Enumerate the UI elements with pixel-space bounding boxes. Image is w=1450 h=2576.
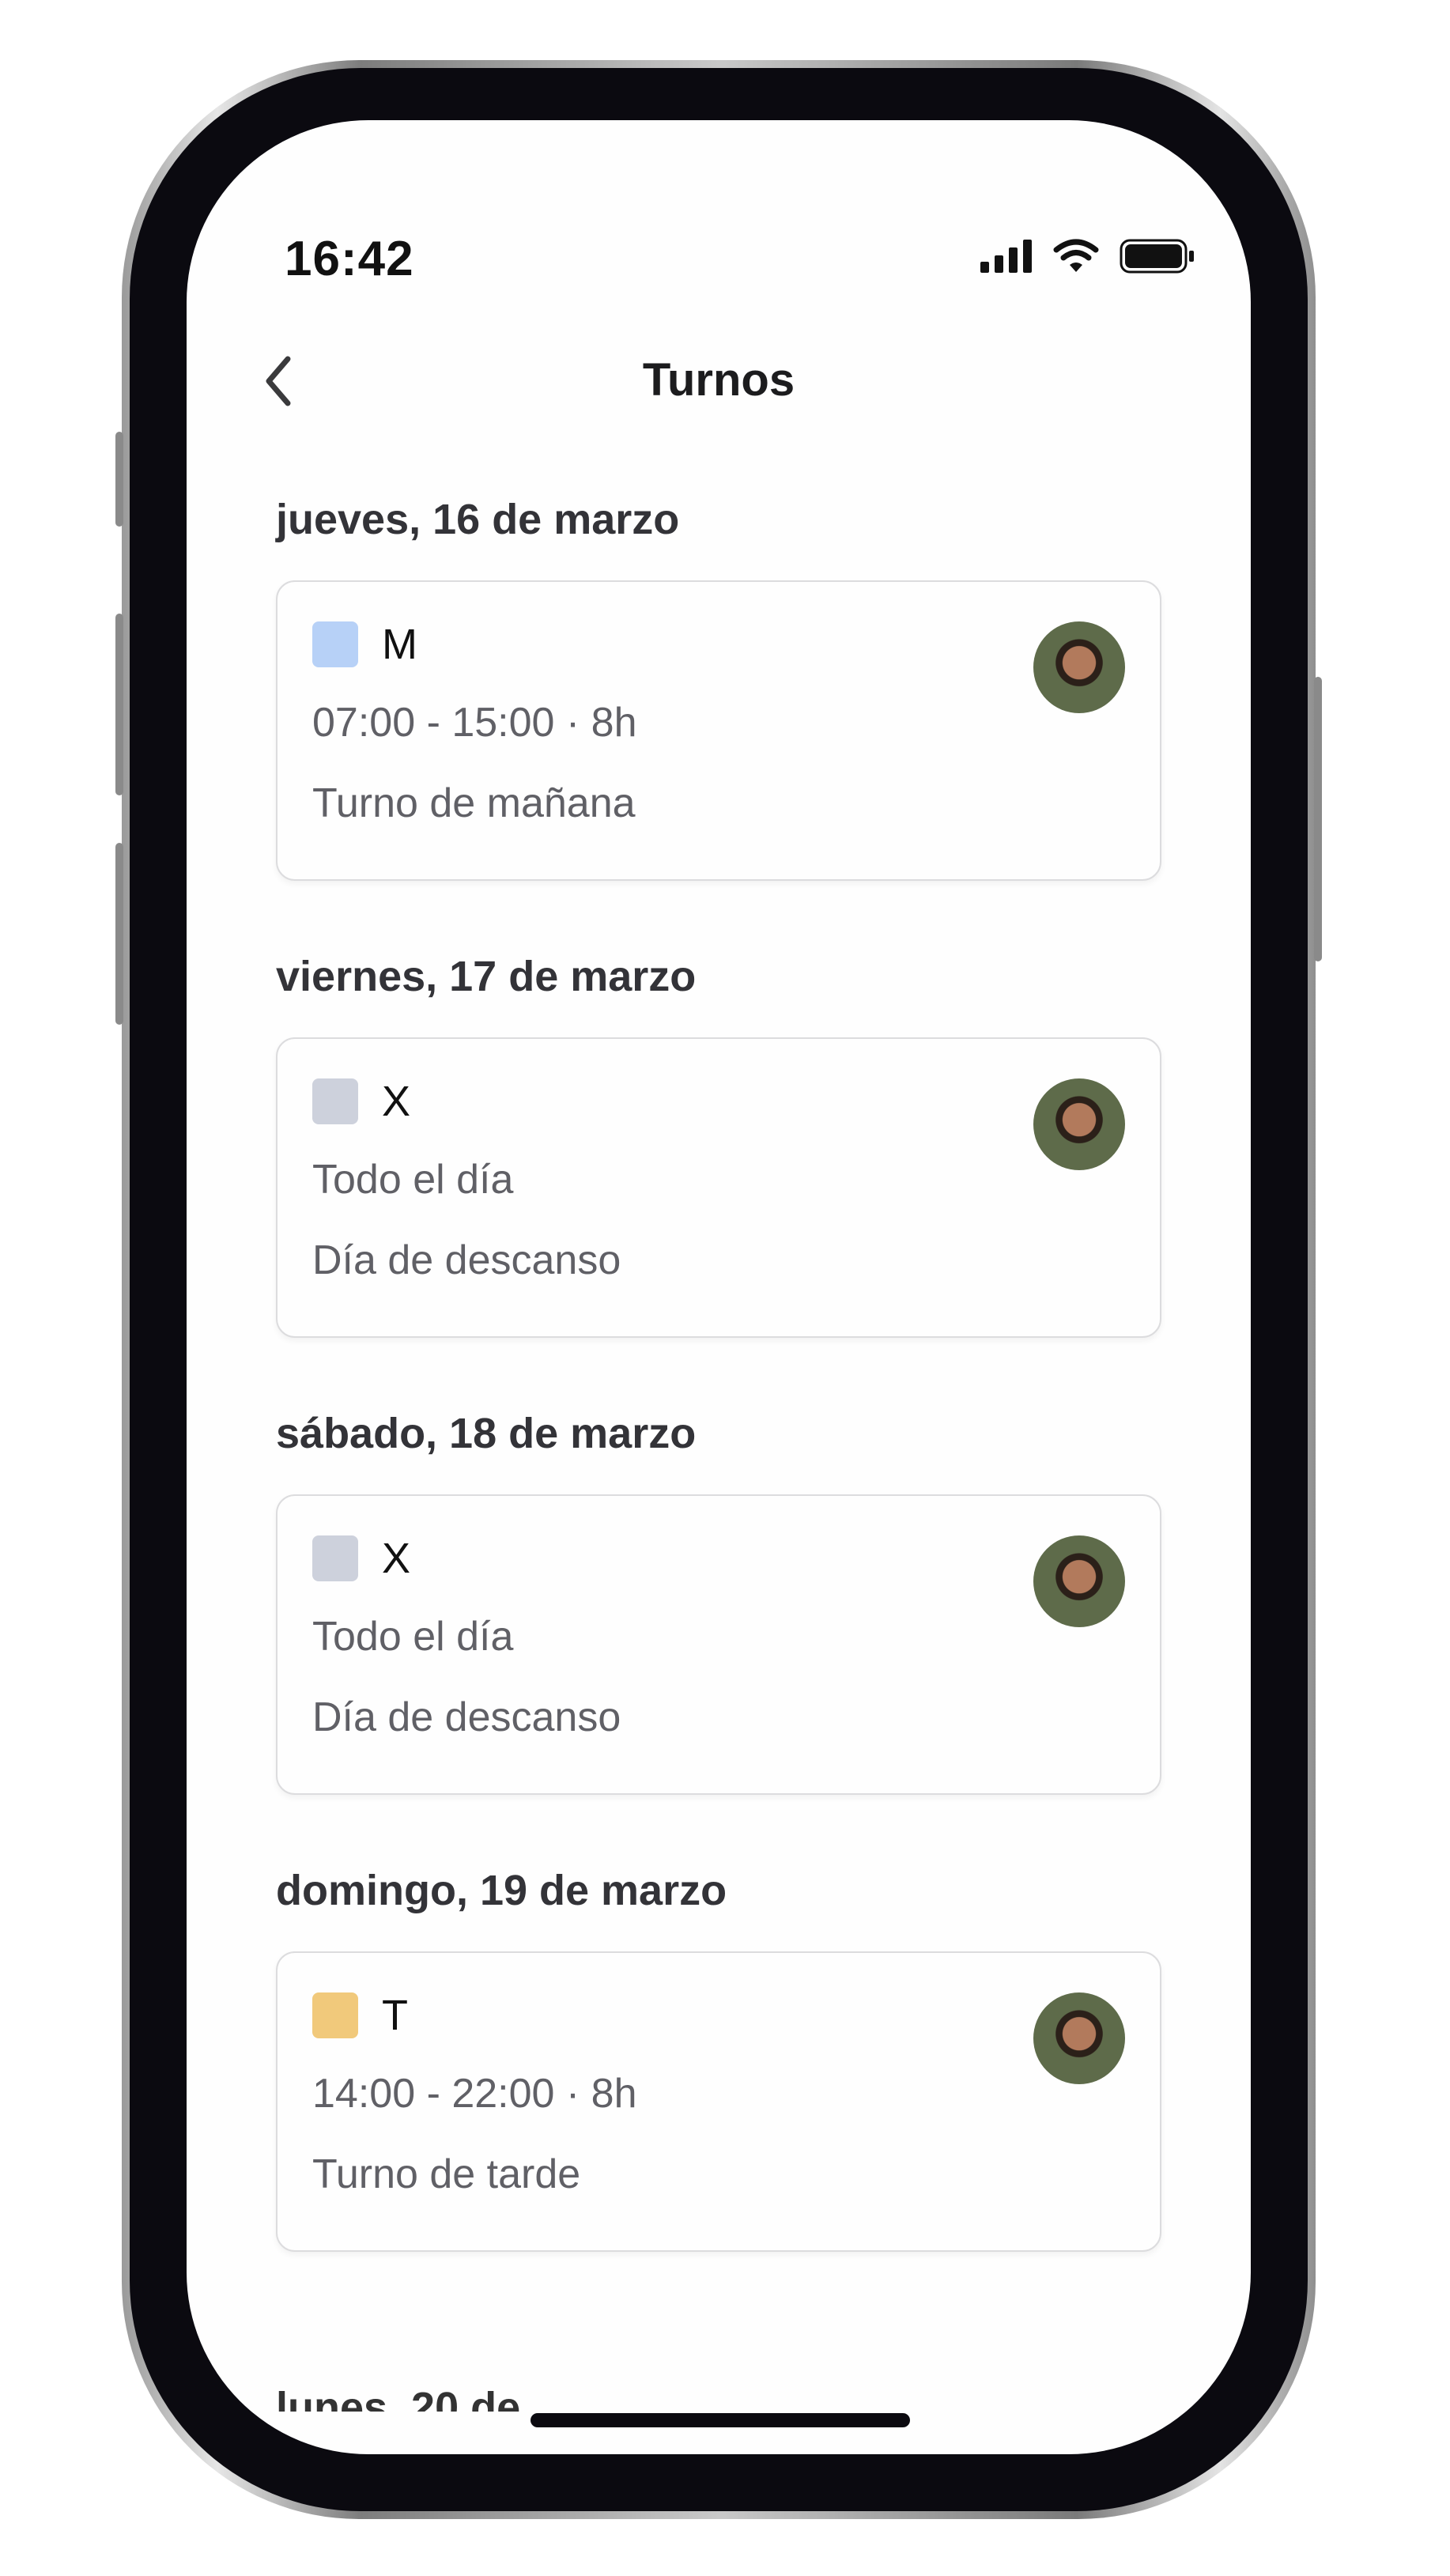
home-indicator[interactable] — [531, 2413, 910, 2427]
avatar — [1033, 1078, 1125, 1170]
day-heading: viernes, 17 de marzo — [276, 953, 697, 1000]
avatar — [1033, 621, 1125, 713]
phone-frame: 16:42 Turnos jueves, 16 de marzo M 07:00… — [115, 60, 1322, 2519]
volume-up-button — [115, 614, 123, 795]
day-section: jueves, 16 de marzo M 07:00 - 15:00 · 8h… — [276, 492, 1161, 881]
avatar — [1033, 1992, 1125, 2084]
shift-code: T — [382, 1992, 408, 2039]
cellular-signal-icon — [980, 240, 1032, 273]
shift-time: Todo el día — [312, 1614, 514, 1660]
shift-code-row: X — [312, 1077, 1125, 1126]
shift-list[interactable]: jueves, 16 de marzo M 07:00 - 15:00 · 8h… — [276, 492, 1161, 2320]
phone-bezel: 16:42 Turnos jueves, 16 de marzo M 07:00… — [130, 68, 1308, 2511]
day-heading-partial: lunes, 20 de marzo — [276, 2384, 521, 2412]
shift-time: 14:00 - 22:00 · 8h — [312, 2071, 637, 2117]
mute-switch — [115, 432, 123, 527]
shift-code-row: X — [312, 1534, 1125, 1583]
shift-description: Día de descanso — [312, 1694, 621, 1740]
status-icons — [980, 239, 1195, 274]
power-button — [1314, 677, 1322, 961]
shift-code: X — [382, 1535, 411, 1582]
shift-card[interactable]: T 14:00 - 22:00 · 8h Turno de tarde — [276, 1951, 1161, 2252]
status-time: 16:42 — [285, 232, 414, 286]
shift-code: M — [382, 621, 417, 668]
shift-code: X — [382, 1078, 411, 1125]
shift-time: Todo el día — [312, 1157, 514, 1203]
avatar — [1033, 1535, 1125, 1627]
shift-description: Turno de tarde — [312, 2151, 581, 2197]
day-section: sábado, 18 de marzo X Todo el día Día de… — [276, 1406, 1161, 1795]
screen: 16:42 Turnos jueves, 16 de marzo M 07:00… — [187, 120, 1251, 2454]
shift-code-row: T — [312, 1991, 1125, 2040]
shift-card[interactable]: X Todo el día Día de descanso — [276, 1494, 1161, 1795]
shift-color-swatch — [312, 1535, 358, 1581]
page-title: Turnos — [642, 354, 795, 406]
shift-description: Día de descanso — [312, 1237, 621, 1283]
volume-down-button — [115, 843, 123, 1025]
shift-code-row: M — [312, 620, 1125, 669]
shift-color-swatch — [312, 1078, 358, 1124]
battery-icon — [1120, 239, 1194, 274]
day-heading: sábado, 18 de marzo — [276, 1410, 697, 1457]
day-heading: jueves, 16 de marzo — [276, 496, 680, 543]
shift-card[interactable]: X Todo el día Día de descanso — [276, 1037, 1161, 1338]
shift-description: Turno de mañana — [312, 780, 636, 826]
shift-color-swatch — [312, 1992, 358, 2038]
day-section: domingo, 19 de marzo T 14:00 - 22:00 · 8… — [276, 1863, 1161, 2252]
day-section: viernes, 17 de marzo X Todo el día Día d… — [276, 949, 1161, 1338]
day-heading: domingo, 19 de marzo — [276, 1867, 727, 1914]
shift-time: 07:00 - 15:00 · 8h — [312, 700, 637, 746]
shift-card[interactable]: M 07:00 - 15:00 · 8h Turno de mañana — [276, 580, 1161, 881]
shift-color-swatch — [312, 621, 358, 667]
wifi-icon — [1053, 239, 1099, 272]
